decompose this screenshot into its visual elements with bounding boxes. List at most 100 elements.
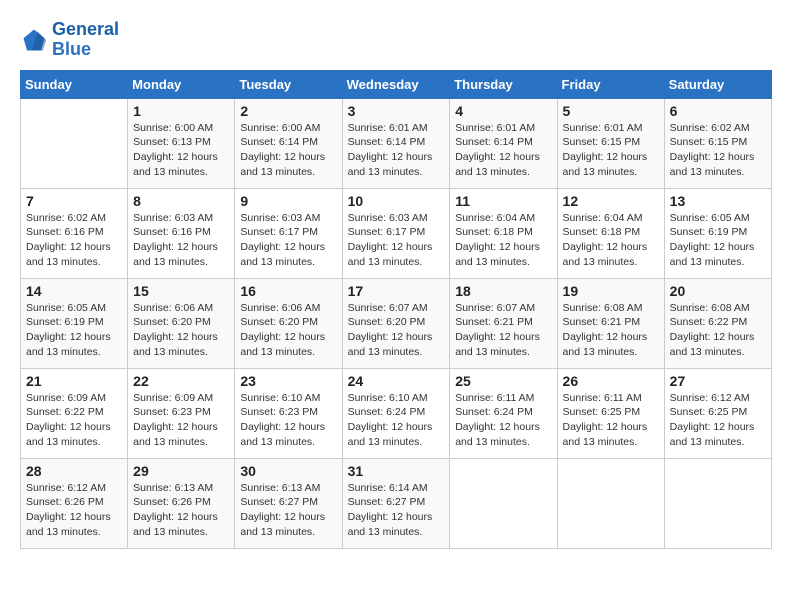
calendar-cell: 16 Sunrise: 6:06 AM Sunset: 6:20 PM Dayli…	[235, 278, 342, 368]
calendar-cell	[664, 458, 771, 548]
calendar-cell: 5 Sunrise: 6:01 AM Sunset: 6:15 PM Daylig…	[557, 98, 664, 188]
weekday-header-wednesday: Wednesday	[342, 70, 450, 98]
day-number: 21	[26, 373, 122, 389]
day-number: 19	[563, 283, 659, 299]
calendar-cell: 17Sunrise: 6:07 AM Sunset: 6:20 PM Dayli…	[342, 278, 450, 368]
day-number: 25	[455, 373, 551, 389]
day-number: 18	[455, 283, 551, 299]
day-info: Sunrise: 6:04 AM Sunset: 6:18 PM Dayligh…	[563, 211, 659, 270]
day-info: Sunrise: 6:01 AM Sunset: 6:15 PM Dayligh…	[563, 121, 659, 180]
day-number: 30	[240, 463, 336, 479]
logo-icon	[20, 26, 48, 54]
day-number: 11	[455, 193, 551, 209]
weekday-header-friday: Friday	[557, 70, 664, 98]
day-number: 15	[133, 283, 229, 299]
day-number: 31	[348, 463, 445, 479]
weekday-header-monday: Monday	[128, 70, 235, 98]
calendar-cell: 2 Sunrise: 6:00 AM Sunset: 6:14 PM Daylig…	[235, 98, 342, 188]
day-number: 6	[670, 103, 766, 119]
day-number: 14	[26, 283, 122, 299]
day-number: 7	[26, 193, 122, 209]
day-info: Sunrise: 6:05 AM Sunset: 6:19 PM Dayligh…	[670, 211, 766, 270]
day-info: Sunrise: 6:02 AM Sunset: 6:16 PM Dayligh…	[26, 211, 122, 270]
day-number: 8	[133, 193, 229, 209]
day-info: Sunrise: 6:08 AM Sunset: 6:22 PM Dayligh…	[670, 301, 766, 360]
day-number: 9	[240, 193, 336, 209]
day-number: 23	[240, 373, 336, 389]
day-number: 10	[348, 193, 445, 209]
day-number: 28	[26, 463, 122, 479]
calendar-cell: 30 Sunrise: 6:13 AM Sunset: 6:27 PM Dayli…	[235, 458, 342, 548]
day-number: 26	[563, 373, 659, 389]
day-number: 5	[563, 103, 659, 119]
calendar-cell: 14 Sunrise: 6:05 AM Sunset: 6:19 PM Dayli…	[21, 278, 128, 368]
calendar-cell: 22Sunrise: 6:09 AM Sunset: 6:23 PM Dayli…	[128, 368, 235, 458]
day-number: 27	[670, 373, 766, 389]
calendar-cell	[21, 98, 128, 188]
day-number: 3	[348, 103, 445, 119]
calendar-cell: 15 Sunrise: 6:06 AM Sunset: 6:20 PM Dayli…	[128, 278, 235, 368]
calendar-cell: 8 Sunrise: 6:03 AM Sunset: 6:16 PM Daylig…	[128, 188, 235, 278]
day-info: Sunrise: 6:05 AM Sunset: 6:19 PM Dayligh…	[26, 301, 122, 360]
day-info: Sunrise: 6:03 AM Sunset: 6:17 PM Dayligh…	[348, 211, 445, 270]
day-info: Sunrise: 6:11 AM Sunset: 6:24 PM Dayligh…	[455, 391, 551, 450]
page-header: General Blue	[20, 20, 772, 60]
day-info: Sunrise: 6:10 AM Sunset: 6:23 PM Dayligh…	[240, 391, 336, 450]
day-info: Sunrise: 6:00 AM Sunset: 6:14 PM Dayligh…	[240, 121, 336, 180]
calendar-cell: 25 Sunrise: 6:11 AM Sunset: 6:24 PM Dayli…	[450, 368, 557, 458]
calendar-cell: 4 Sunrise: 6:01 AM Sunset: 6:14 PM Daylig…	[450, 98, 557, 188]
day-info: Sunrise: 6:13 AM Sunset: 6:26 PM Dayligh…	[133, 481, 229, 540]
calendar-cell: 3 Sunrise: 6:01 AM Sunset: 6:14 PM Daylig…	[342, 98, 450, 188]
day-number: 16	[240, 283, 336, 299]
day-number: 4	[455, 103, 551, 119]
day-info: Sunrise: 6:07 AM Sunset: 6:20 PM Dayligh…	[348, 301, 445, 360]
calendar-cell	[450, 458, 557, 548]
calendar-week-row: 14 Sunrise: 6:05 AM Sunset: 6:19 PM Dayli…	[21, 278, 772, 368]
calendar-cell: 26 Sunrise: 6:11 AM Sunset: 6:25 PM Dayli…	[557, 368, 664, 458]
day-info: Sunrise: 6:08 AM Sunset: 6:21 PM Dayligh…	[563, 301, 659, 360]
calendar-cell: 29 Sunrise: 6:13 AM Sunset: 6:26 PM Dayli…	[128, 458, 235, 548]
calendar-week-row: 28 Sunrise: 6:12 AM Sunset: 6:26 PM Dayli…	[21, 458, 772, 548]
calendar-cell: 1 Sunrise: 6:00 AM Sunset: 6:13 PM Daylig…	[128, 98, 235, 188]
day-number: 1	[133, 103, 229, 119]
day-info: Sunrise: 6:09 AM Sunset: 6:22 PM Dayligh…	[26, 391, 122, 450]
calendar-cell	[557, 458, 664, 548]
day-info: Sunrise: 6:01 AM Sunset: 6:14 PM Dayligh…	[455, 121, 551, 180]
day-number: 20	[670, 283, 766, 299]
day-info: Sunrise: 6:03 AM Sunset: 6:17 PM Dayligh…	[240, 211, 336, 270]
day-info: Sunrise: 6:14 AM Sunset: 6:27 PM Dayligh…	[348, 481, 445, 540]
calendar-cell: 6 Sunrise: 6:02 AM Sunset: 6:15 PM Daylig…	[664, 98, 771, 188]
day-number: 12	[563, 193, 659, 209]
calendar-cell: 27Sunrise: 6:12 AM Sunset: 6:25 PM Dayli…	[664, 368, 771, 458]
calendar-cell: 11Sunrise: 6:04 AM Sunset: 6:18 PM Dayli…	[450, 188, 557, 278]
day-number: 13	[670, 193, 766, 209]
day-info: Sunrise: 6:06 AM Sunset: 6:20 PM Dayligh…	[133, 301, 229, 360]
day-info: Sunrise: 6:03 AM Sunset: 6:16 PM Dayligh…	[133, 211, 229, 270]
day-info: Sunrise: 6:11 AM Sunset: 6:25 PM Dayligh…	[563, 391, 659, 450]
day-info: Sunrise: 6:10 AM Sunset: 6:24 PM Dayligh…	[348, 391, 445, 450]
day-info: Sunrise: 6:02 AM Sunset: 6:15 PM Dayligh…	[670, 121, 766, 180]
day-info: Sunrise: 6:06 AM Sunset: 6:20 PM Dayligh…	[240, 301, 336, 360]
calendar-cell: 23 Sunrise: 6:10 AM Sunset: 6:23 PM Dayli…	[235, 368, 342, 458]
day-number: 29	[133, 463, 229, 479]
day-info: Sunrise: 6:00 AM Sunset: 6:13 PM Dayligh…	[133, 121, 229, 180]
calendar-cell: 24Sunrise: 6:10 AM Sunset: 6:24 PM Dayli…	[342, 368, 450, 458]
calendar-cell: 21 Sunrise: 6:09 AM Sunset: 6:22 PM Dayli…	[21, 368, 128, 458]
day-info: Sunrise: 6:13 AM Sunset: 6:27 PM Dayligh…	[240, 481, 336, 540]
calendar-cell: 19 Sunrise: 6:08 AM Sunset: 6:21 PM Dayli…	[557, 278, 664, 368]
day-info: Sunrise: 6:09 AM Sunset: 6:23 PM Dayligh…	[133, 391, 229, 450]
day-info: Sunrise: 6:07 AM Sunset: 6:21 PM Dayligh…	[455, 301, 551, 360]
calendar-week-row: 7 Sunrise: 6:02 AM Sunset: 6:16 PM Daylig…	[21, 188, 772, 278]
day-info: Sunrise: 6:01 AM Sunset: 6:14 PM Dayligh…	[348, 121, 445, 180]
day-number: 2	[240, 103, 336, 119]
calendar-cell: 20 Sunrise: 6:08 AM Sunset: 6:22 PM Dayli…	[664, 278, 771, 368]
weekday-header-thursday: Thursday	[450, 70, 557, 98]
calendar-cell: 18 Sunrise: 6:07 AM Sunset: 6:21 PM Dayli…	[450, 278, 557, 368]
calendar-week-row: 1 Sunrise: 6:00 AM Sunset: 6:13 PM Daylig…	[21, 98, 772, 188]
calendar-cell: 7 Sunrise: 6:02 AM Sunset: 6:16 PM Daylig…	[21, 188, 128, 278]
weekday-header-sunday: Sunday	[21, 70, 128, 98]
calendar-cell: 13 Sunrise: 6:05 AM Sunset: 6:19 PM Dayli…	[664, 188, 771, 278]
day-info: Sunrise: 6:12 AM Sunset: 6:26 PM Dayligh…	[26, 481, 122, 540]
weekday-header-saturday: Saturday	[664, 70, 771, 98]
calendar-table: SundayMondayTuesdayWednesdayThursdayFrid…	[20, 70, 772, 549]
